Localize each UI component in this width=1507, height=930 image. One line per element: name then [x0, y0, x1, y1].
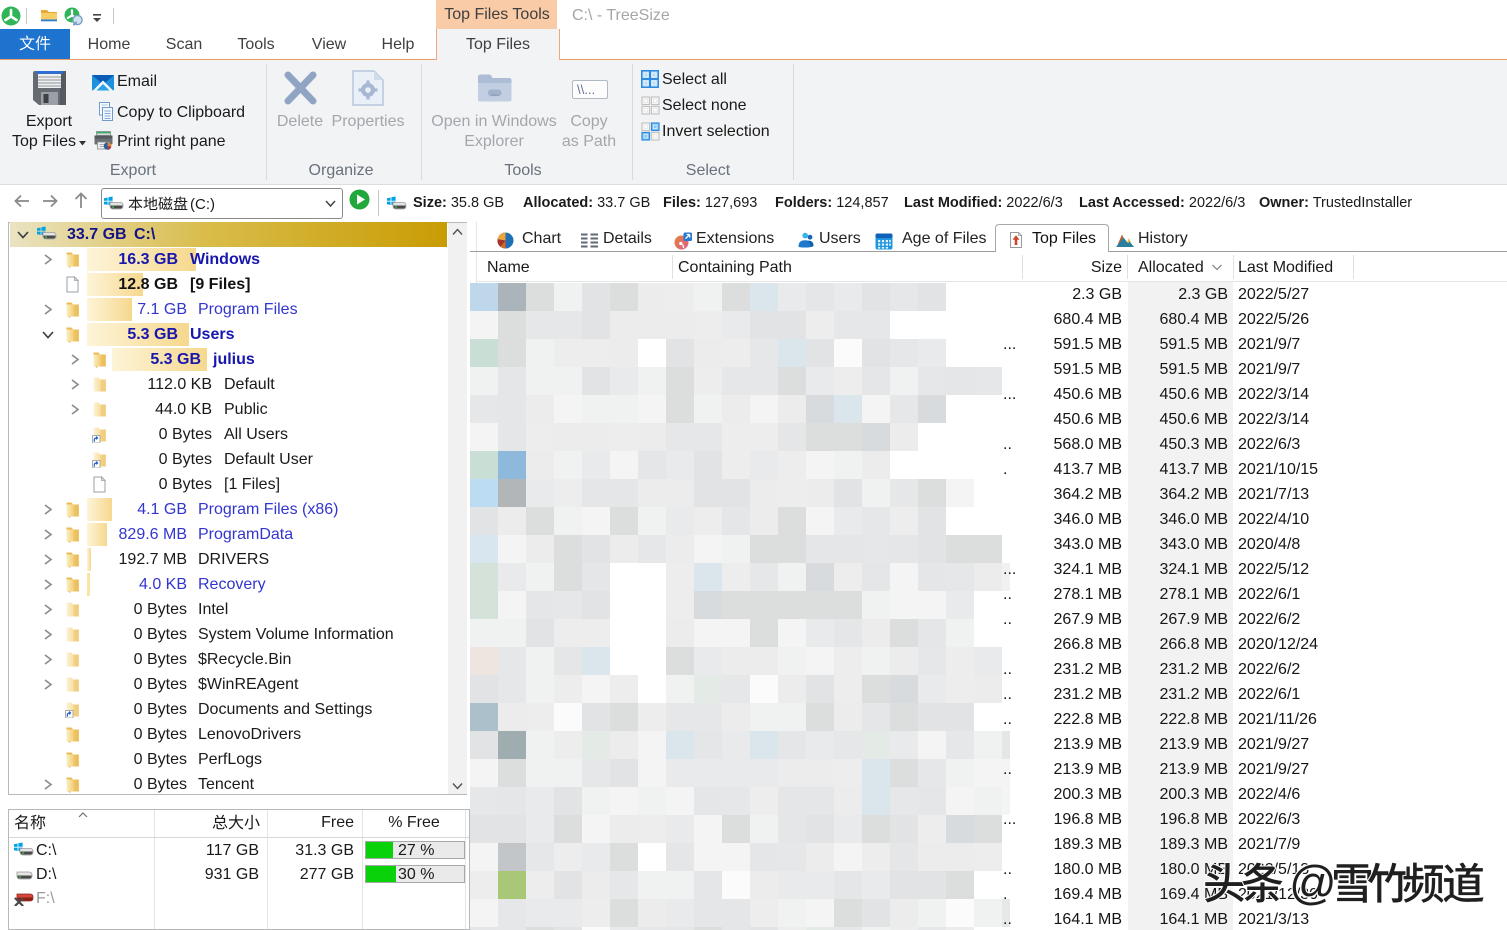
svg-text:@: @: [1289, 856, 1337, 909]
svg-text:\\...: \\...: [577, 82, 595, 97]
